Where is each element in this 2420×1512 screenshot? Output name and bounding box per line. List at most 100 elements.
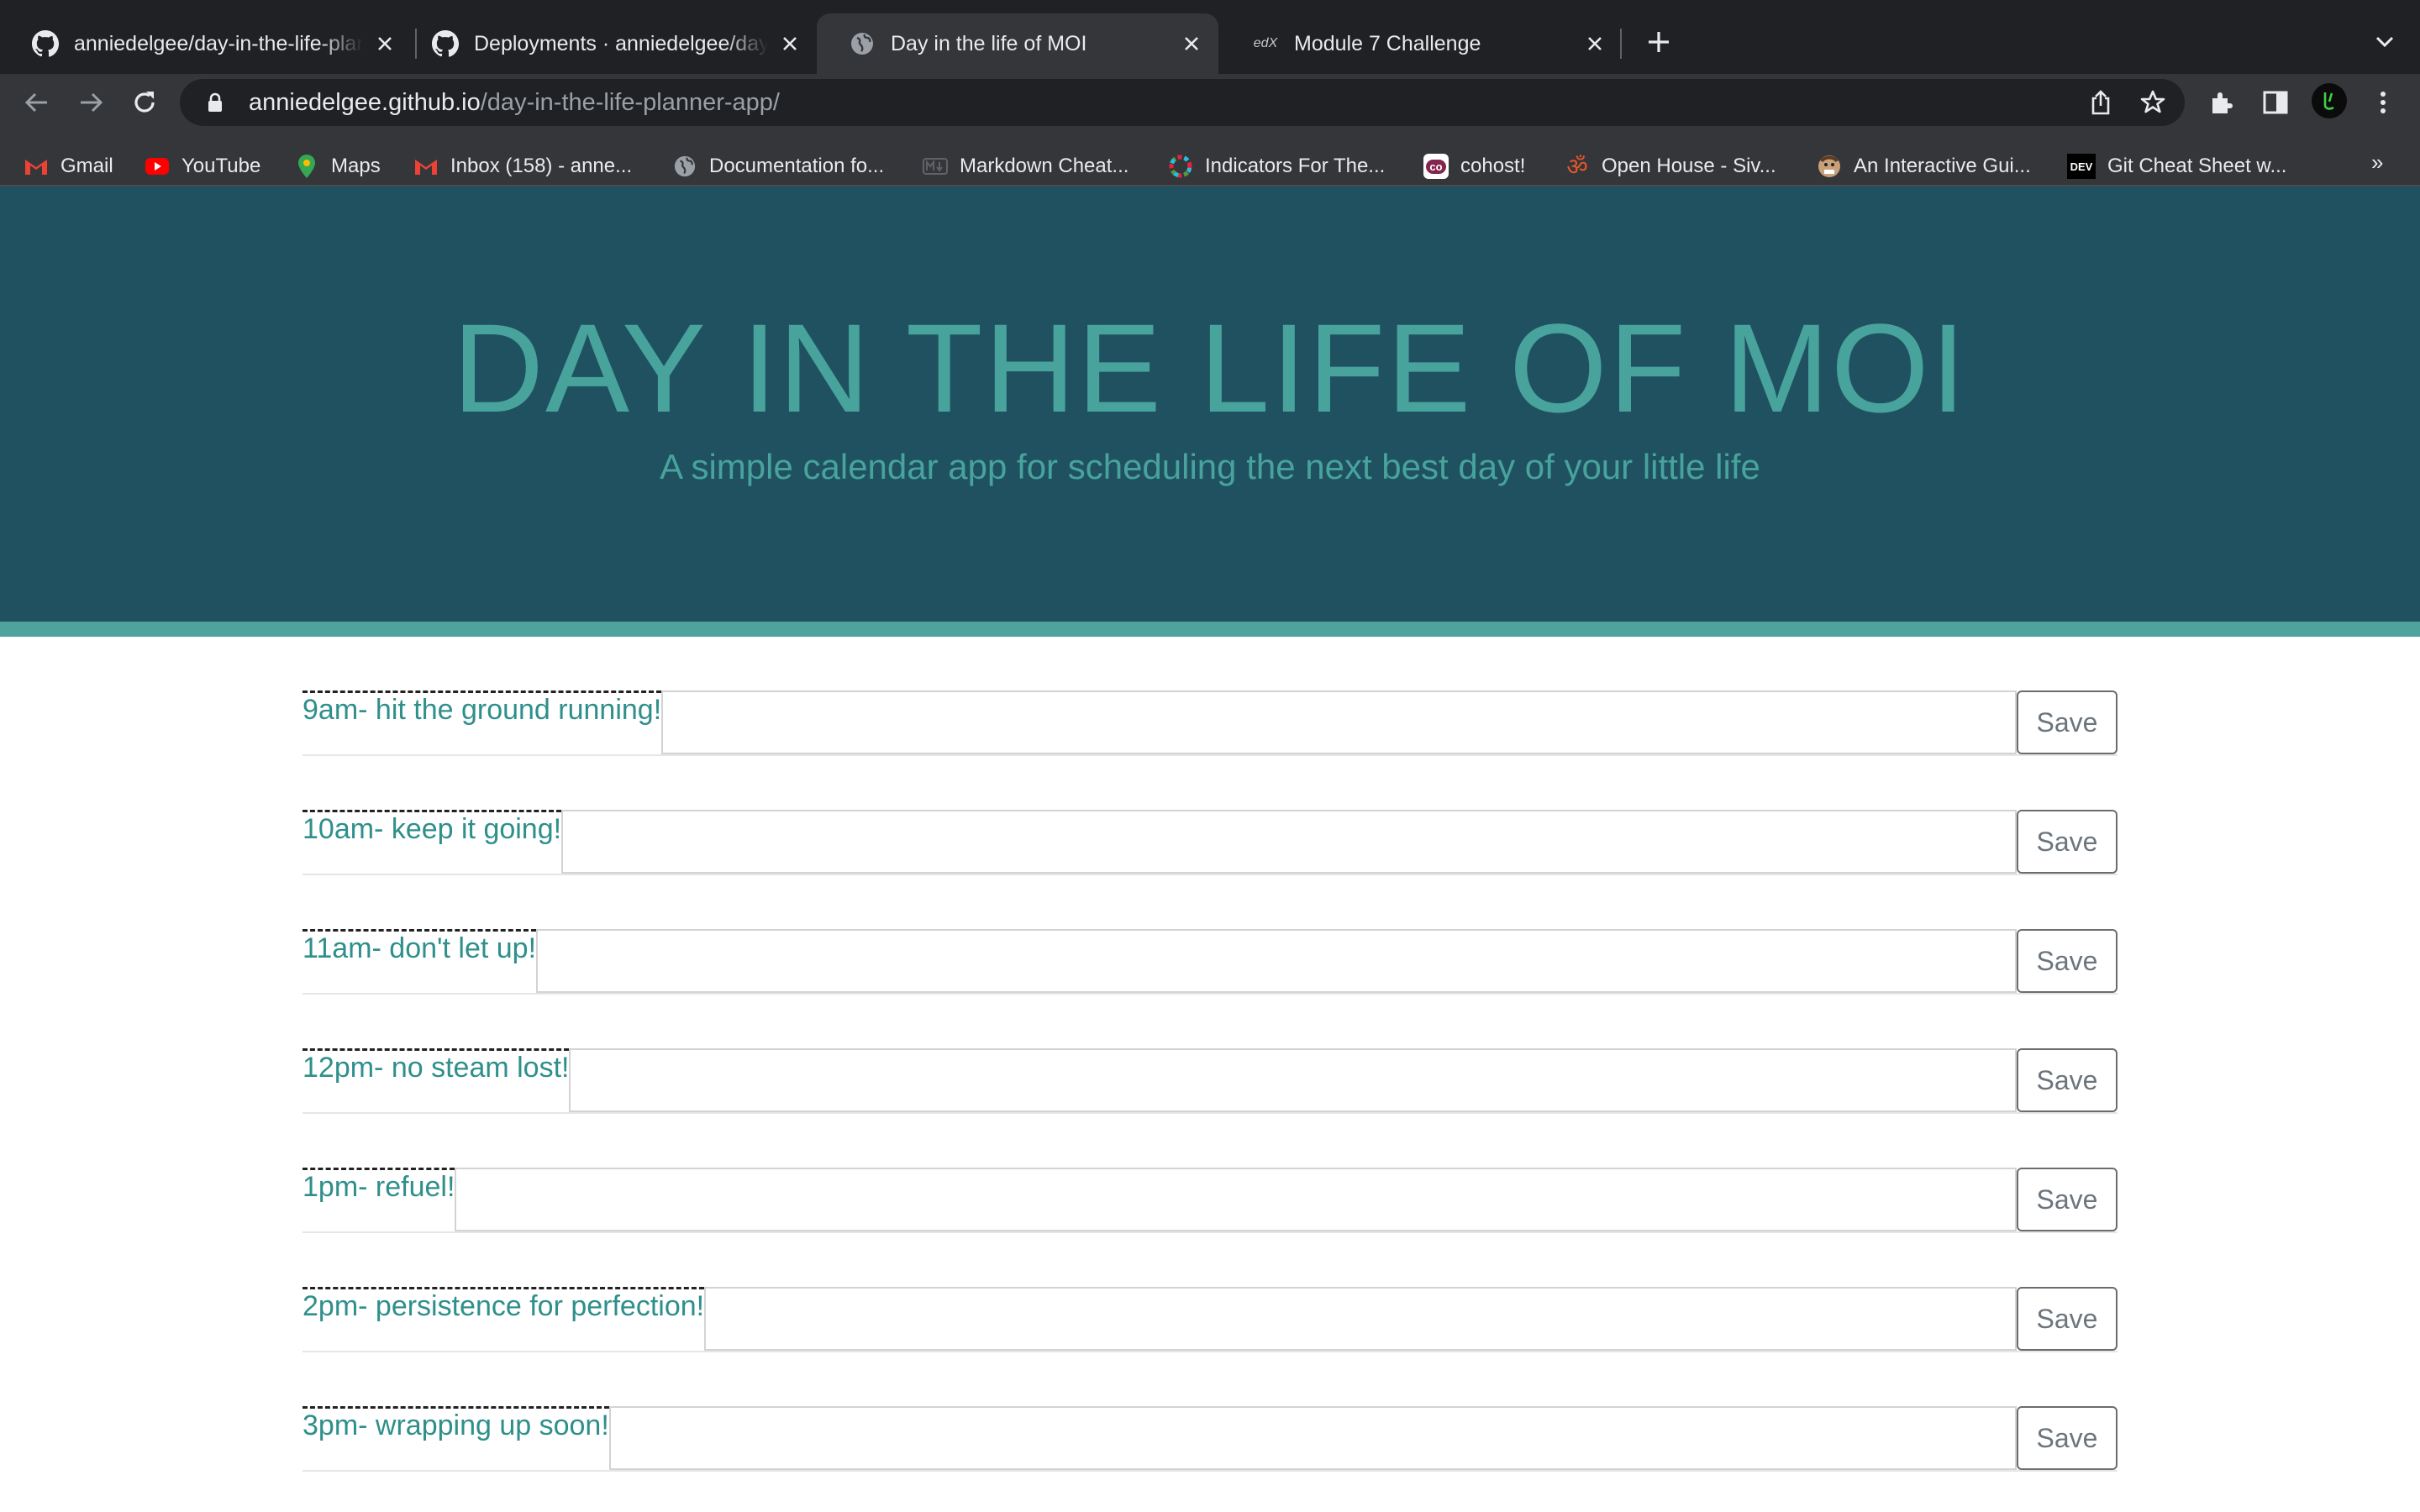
event-description-input[interactable] xyxy=(536,929,2017,993)
tab-repo[interactable]: anniedelgee/day-in-the-life-planner-app xyxy=(0,13,412,74)
maps-icon xyxy=(294,154,319,179)
bookmark-label: Open House - Siv... xyxy=(1602,155,1776,177)
hour-label: 10am- keep it going! xyxy=(302,810,562,874)
event-description-input[interactable] xyxy=(661,690,2017,754)
save-button[interactable]: Save xyxy=(2017,1406,2118,1470)
time-block-row: 9am- hit the ground running! Save xyxy=(302,637,2118,756)
save-button[interactable]: Save xyxy=(2017,929,2118,993)
browser-toolbar: anniedelgee.github.io/day-in-the-life-pl… xyxy=(0,74,2420,200)
new-tab-button[interactable] xyxy=(1640,24,1677,60)
bookmark-youtube[interactable]: YouTube xyxy=(145,151,260,181)
hour-label: 3pm- wrapping up soon! xyxy=(302,1406,609,1470)
bookmark-label: Markdown Cheat... xyxy=(960,155,1129,177)
side-panel-icon[interactable] xyxy=(2255,82,2296,123)
tab-title: Module 7 Challenge xyxy=(1294,31,1481,55)
tab-divider xyxy=(1620,29,1622,59)
github-icon xyxy=(432,30,459,57)
save-button[interactable]: Save xyxy=(2017,810,2118,874)
save-button[interactable]: Save xyxy=(2017,690,2118,754)
page-subtitle: A simple calendar app for scheduling the… xyxy=(660,447,1760,486)
bookmark-label: Git Cheat Sheet w... xyxy=(2107,155,2287,177)
chevron-down-icon[interactable] xyxy=(2368,25,2402,59)
youtube-icon xyxy=(145,154,170,179)
close-icon[interactable] xyxy=(1176,29,1207,59)
bookmark-git-cheat-sheet[interactable]: DEV Git Cheat Sheet w... xyxy=(2067,151,2286,181)
event-description-input[interactable] xyxy=(704,1287,2017,1351)
url-path: /day-in-the-life-planner-app/ xyxy=(480,88,780,116)
event-description-input[interactable] xyxy=(561,810,2017,874)
share-icon[interactable] xyxy=(2082,84,2119,121)
om-icon: ॐ xyxy=(1566,154,1588,180)
time-block-row: 3pm- wrapping up soon! Save xyxy=(302,1352,2118,1472)
event-description-input[interactable] xyxy=(609,1406,2017,1470)
github-icon xyxy=(32,30,59,57)
bookmark-label: YouTube xyxy=(182,155,261,177)
extensions-icon[interactable] xyxy=(2202,82,2242,123)
edx-icon: edX xyxy=(1253,36,1278,50)
tab-day-in-the-life[interactable]: Day in the life of MOI xyxy=(817,13,1218,74)
event-description-input[interactable] xyxy=(569,1048,2017,1112)
tab-module-7[interactable]: edX Module 7 Challenge xyxy=(1220,13,1622,74)
lock-icon[interactable] xyxy=(203,91,227,114)
time-block-row: 2pm- persistence for perfection! Save xyxy=(302,1233,2118,1352)
bookmark-open-house[interactable]: ॐ Open House - Siv... xyxy=(1565,151,1776,181)
hour-label: 2pm- persistence for perfection! xyxy=(302,1287,705,1351)
bookmarks-overflow-button[interactable]: » xyxy=(2371,150,2383,176)
bookmark-interactive-guide[interactable]: An Interactive Gui... xyxy=(1817,151,2031,181)
bookmark-label: Indicators For The... xyxy=(1205,155,1386,177)
page-title: DAY IN THE LIFE OF MOI xyxy=(452,297,1968,438)
save-button[interactable]: Save xyxy=(2017,1287,2118,1351)
avatar-icon xyxy=(1817,154,1842,179)
menu-icon[interactable] xyxy=(2363,82,2403,123)
bookmark-label: Maps xyxy=(331,155,381,177)
url-host: anniedelgee.github.io xyxy=(249,88,481,116)
hour-label: 12pm- no steam lost! xyxy=(302,1048,570,1112)
bookmark-gmail[interactable]: Gmail xyxy=(24,151,113,181)
omnibox-actions xyxy=(2082,84,2171,121)
bookmark-label: cohost! xyxy=(1460,155,1526,177)
hour-label: 9am- hit the ground running! xyxy=(302,690,662,754)
bookmark-inbox[interactable]: Inbox (158) - anne... xyxy=(413,151,632,181)
event-description-input[interactable] xyxy=(455,1168,2017,1231)
bookmark-label: An Interactive Gui... xyxy=(1854,155,2031,177)
cohost-icon: co xyxy=(1423,154,1449,179)
save-button[interactable]: Save xyxy=(2017,1048,2118,1112)
cohost-icon-label: co xyxy=(1426,159,1446,174)
time-block-row: 12pm- no steam lost! Save xyxy=(302,995,2118,1114)
jumbotron-header: DAY IN THE LIFE OF MOI A simple calendar… xyxy=(0,186,2420,622)
tab-title: anniedelgee/day-in-the-life-planner-app xyxy=(74,31,363,55)
address-bar[interactable]: anniedelgee.github.io/day-in-the-life-pl… xyxy=(180,79,2185,126)
close-icon[interactable] xyxy=(775,29,805,59)
bookmark-label: Inbox (158) - anne... xyxy=(450,155,633,177)
bookmark-cohost[interactable]: co cohost! xyxy=(1423,151,1525,181)
reload-button[interactable] xyxy=(124,82,165,123)
globe-icon xyxy=(672,154,697,179)
save-button[interactable]: Save xyxy=(2017,1168,2118,1231)
url-text[interactable]: anniedelgee.github.io/day-in-the-life-pl… xyxy=(249,89,780,117)
dev-icon: DEV xyxy=(2067,154,2096,179)
bookmark-indicators[interactable]: Indicators For The... xyxy=(1168,151,1385,181)
sdg-icon xyxy=(1168,154,1193,179)
bookmark-label: Gmail xyxy=(60,155,113,177)
close-icon[interactable] xyxy=(370,29,400,59)
gmail-icon xyxy=(24,154,49,179)
bookmark-label: Documentation fo... xyxy=(709,155,885,177)
tab-deployments[interactable]: Deployments · anniedelgee/day-in-the-lif… xyxy=(400,13,817,74)
markdown-icon xyxy=(923,154,948,179)
bookmark-markdown[interactable]: Markdown Cheat... xyxy=(923,151,1128,181)
bookmark-maps[interactable]: Maps xyxy=(294,151,381,181)
bookmark-documentation[interactable]: Documentation fo... xyxy=(672,151,884,181)
avatar[interactable] xyxy=(2309,81,2349,121)
star-icon[interactable] xyxy=(2134,84,2171,121)
time-block-row: 10am- keep it going! Save xyxy=(302,756,2118,875)
tab-title: Deployments · anniedelgee/day-in-the-lif… xyxy=(474,31,768,55)
hour-label: 11am- don't let up! xyxy=(302,929,537,993)
forward-button[interactable] xyxy=(71,82,111,123)
globe-icon xyxy=(849,30,876,57)
time-block-row: 11am- don't let up! Save xyxy=(302,875,2118,995)
gmail-icon xyxy=(413,154,439,179)
tab-title: Day in the life of MOI xyxy=(891,31,1087,55)
close-icon[interactable] xyxy=(1580,29,1610,59)
time-block-list: 9am- hit the ground running! Save 10am- ke… xyxy=(302,637,2118,1472)
back-button[interactable] xyxy=(17,82,57,123)
